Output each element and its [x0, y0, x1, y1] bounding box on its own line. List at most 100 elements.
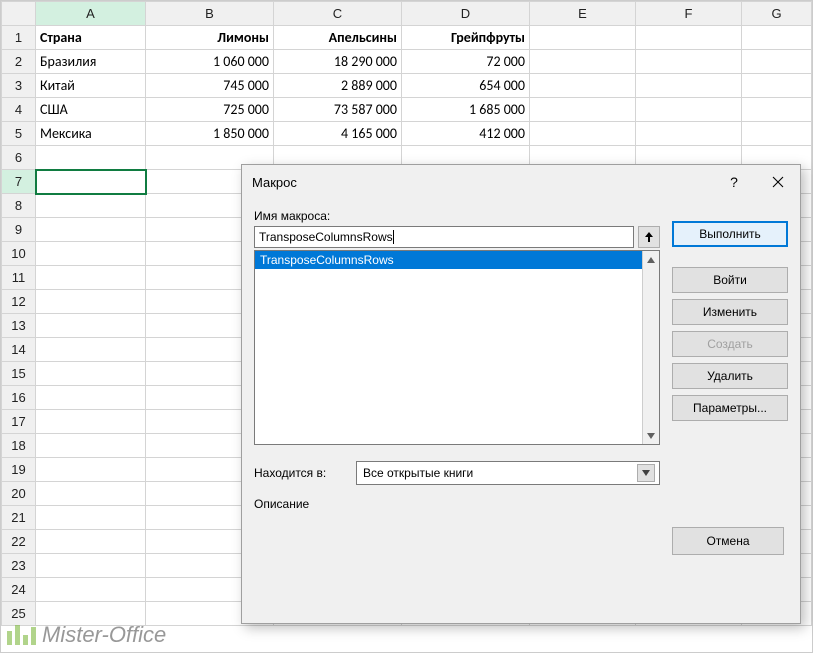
- col-header-C[interactable]: C: [274, 2, 402, 26]
- cell-B4[interactable]: 725 000: [146, 98, 274, 122]
- col-header-A[interactable]: A: [36, 2, 146, 26]
- cell-E1[interactable]: [530, 26, 636, 50]
- cell-C1[interactable]: Апельсины: [274, 26, 402, 50]
- row-header-4[interactable]: 4: [2, 98, 36, 122]
- cell-C2[interactable]: 18 290 000: [274, 50, 402, 74]
- row-header-22[interactable]: 22: [2, 530, 36, 554]
- row-header-17[interactable]: 17: [2, 410, 36, 434]
- cell-E3[interactable]: [530, 74, 636, 98]
- row-header-5[interactable]: 5: [2, 122, 36, 146]
- col-header-D[interactable]: D: [402, 2, 530, 26]
- row-header-20[interactable]: 20: [2, 482, 36, 506]
- watermark: Mister-Office: [7, 622, 166, 648]
- cell-D2[interactable]: 72 000: [402, 50, 530, 74]
- macro-list-scrollbar[interactable]: [642, 251, 659, 444]
- cell-D1[interactable]: Грейпфруты: [402, 26, 530, 50]
- macro-name-label: Имя макроса:: [254, 209, 660, 223]
- row-header-11[interactable]: 11: [2, 266, 36, 290]
- row-header-1[interactable]: 1: [2, 26, 36, 50]
- help-button[interactable]: ?: [712, 167, 756, 197]
- run-button[interactable]: Выполнить: [672, 221, 788, 247]
- column-header-row[interactable]: A B C D E F G: [2, 2, 812, 26]
- close-icon: [772, 176, 784, 188]
- row-header-3[interactable]: 3: [2, 74, 36, 98]
- cell-E5[interactable]: [530, 122, 636, 146]
- watermark-text: Mister-Office: [42, 622, 166, 648]
- cell-D4[interactable]: 1 685 000: [402, 98, 530, 122]
- cell-A7[interactable]: [36, 170, 146, 194]
- cell-A6[interactable]: [36, 146, 146, 170]
- cell-G3[interactable]: [742, 74, 812, 98]
- row-header-18[interactable]: 18: [2, 434, 36, 458]
- row-header-19[interactable]: 19: [2, 458, 36, 482]
- collapse-dialog-button[interactable]: [638, 226, 660, 248]
- row-header-15[interactable]: 15: [2, 362, 36, 386]
- cell-F2[interactable]: [636, 50, 742, 74]
- cell-A4[interactable]: США: [36, 98, 146, 122]
- col-header-G[interactable]: G: [742, 2, 812, 26]
- row-header-13[interactable]: 13: [2, 314, 36, 338]
- row-3[interactable]: 3 Китай 745 000 2 889 000 654 000: [2, 74, 812, 98]
- col-header-E[interactable]: E: [530, 2, 636, 26]
- cell-C3[interactable]: 2 889 000: [274, 74, 402, 98]
- cell-B5[interactable]: 1 850 000: [146, 122, 274, 146]
- row-header-21[interactable]: 21: [2, 506, 36, 530]
- scroll-down-icon[interactable]: [643, 427, 659, 444]
- row-header-7[interactable]: 7: [2, 170, 36, 194]
- cell-A3[interactable]: Китай: [36, 74, 146, 98]
- macro-list-item[interactable]: TransposeColumnsRows: [255, 251, 642, 269]
- scroll-up-icon[interactable]: [643, 251, 659, 268]
- cell-B2[interactable]: 1 060 000: [146, 50, 274, 74]
- macro-list[interactable]: TransposeColumnsRows: [254, 250, 660, 445]
- dialog-title: Макрос: [252, 175, 712, 190]
- macro-name-input[interactable]: TransposeColumnsRows: [254, 226, 634, 248]
- cell-A5[interactable]: Мексика: [36, 122, 146, 146]
- chevron-down-icon: [637, 464, 655, 482]
- cell-E4[interactable]: [530, 98, 636, 122]
- edit-button[interactable]: Изменить: [672, 299, 788, 325]
- col-header-F[interactable]: F: [636, 2, 742, 26]
- cell-C5[interactable]: 4 165 000: [274, 122, 402, 146]
- options-button[interactable]: Параметры...: [672, 395, 788, 421]
- select-all-corner[interactable]: [2, 2, 36, 26]
- row-header-6[interactable]: 6: [2, 146, 36, 170]
- row-header-8[interactable]: 8: [2, 194, 36, 218]
- row-header-12[interactable]: 12: [2, 290, 36, 314]
- dialog-titlebar[interactable]: Макрос ?: [242, 165, 800, 199]
- cell-F4[interactable]: [636, 98, 742, 122]
- close-button[interactable]: [756, 167, 800, 197]
- row-1[interactable]: 1 Страна Лимоны Апельсины Грейпфруты: [2, 26, 812, 50]
- cell-G4[interactable]: [742, 98, 812, 122]
- cell-C4[interactable]: 73 587 000: [274, 98, 402, 122]
- cell-D5[interactable]: 412 000: [402, 122, 530, 146]
- row-header-16[interactable]: 16: [2, 386, 36, 410]
- cancel-button[interactable]: Отмена: [672, 527, 784, 555]
- location-label: Находится в:: [254, 466, 346, 480]
- step-into-button[interactable]: Войти: [672, 267, 788, 293]
- row-4[interactable]: 4 США 725 000 73 587 000 1 685 000: [2, 98, 812, 122]
- cell-B3[interactable]: 745 000: [146, 74, 274, 98]
- row-5[interactable]: 5 Мексика 1 850 000 4 165 000 412 000: [2, 122, 812, 146]
- delete-button[interactable]: Удалить: [672, 363, 788, 389]
- cell-F5[interactable]: [636, 122, 742, 146]
- cell-G5[interactable]: [742, 122, 812, 146]
- row-2[interactable]: 2 Бразилия 1 060 000 18 290 000 72 000: [2, 50, 812, 74]
- cell-B1[interactable]: Лимоны: [146, 26, 274, 50]
- cell-G2[interactable]: [742, 50, 812, 74]
- col-header-B[interactable]: B: [146, 2, 274, 26]
- cell-F1[interactable]: [636, 26, 742, 50]
- row-header-10[interactable]: 10: [2, 242, 36, 266]
- cell-F3[interactable]: [636, 74, 742, 98]
- row-header-14[interactable]: 14: [2, 338, 36, 362]
- row-header-2[interactable]: 2: [2, 50, 36, 74]
- cell-E2[interactable]: [530, 50, 636, 74]
- row-header-9[interactable]: 9: [2, 218, 36, 242]
- cell-G1[interactable]: [742, 26, 812, 50]
- cell-A1[interactable]: Страна: [36, 26, 146, 50]
- location-select[interactable]: Все открытые книги: [356, 461, 660, 485]
- description-label: Описание: [254, 497, 660, 511]
- row-header-24[interactable]: 24: [2, 578, 36, 602]
- row-header-23[interactable]: 23: [2, 554, 36, 578]
- cell-A2[interactable]: Бразилия: [36, 50, 146, 74]
- cell-D3[interactable]: 654 000: [402, 74, 530, 98]
